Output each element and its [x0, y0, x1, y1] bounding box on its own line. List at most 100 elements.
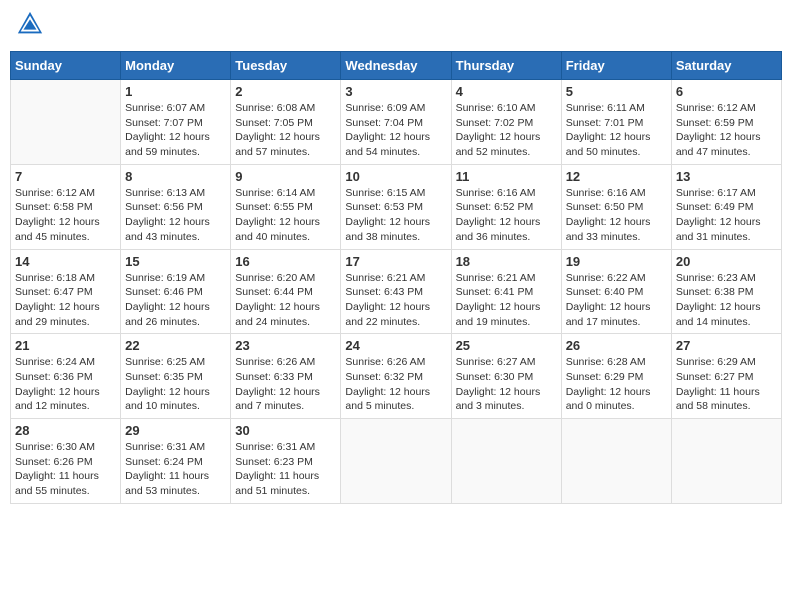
calendar-cell: 18 Sunrise: 6:21 AM Sunset: 6:41 PM Dayli…: [451, 249, 561, 334]
calendar-cell: 14 Sunrise: 6:18 AM Sunset: 6:47 PM Dayli…: [11, 249, 121, 334]
day-info: Sunrise: 6:25 AM Sunset: 6:35 PM Dayligh…: [125, 355, 226, 414]
calendar-cell: 22Sunrise: 6:25 AM Sunset: 6:35 PM Dayli…: [121, 334, 231, 419]
day-number: 6: [676, 84, 777, 99]
calendar-cell: 29 Sunrise: 6:31 AM Sunset: 6:24 PM Dayli…: [121, 419, 231, 504]
day-number: 14: [15, 254, 116, 269]
day-number: 9: [235, 169, 336, 184]
calendar-cell: 7 Sunrise: 6:12 AM Sunset: 6:58 PM Daylig…: [11, 164, 121, 249]
day-number: 15: [125, 254, 226, 269]
day-info: Sunrise: 6:16 AM Sunset: 6:50 PM Dayligh…: [566, 186, 667, 245]
day-info: Sunrise: 6:21 AM Sunset: 6:41 PM Dayligh…: [456, 271, 557, 330]
day-number: 13: [676, 169, 777, 184]
calendar-week-row: 21Sunrise: 6:24 AM Sunset: 6:36 PM Dayli…: [11, 334, 782, 419]
day-number: 18: [456, 254, 557, 269]
calendar-cell: 15 Sunrise: 6:19 AM Sunset: 6:46 PM Dayli…: [121, 249, 231, 334]
calendar-cell: 19Sunrise: 6:22 AM Sunset: 6:40 PM Dayli…: [561, 249, 671, 334]
day-number: 28: [15, 423, 116, 438]
calendar-day-header: Saturday: [671, 52, 781, 80]
calendar-day-header: Monday: [121, 52, 231, 80]
calendar-cell: 28 Sunrise: 6:30 AM Sunset: 6:26 PM Dayli…: [11, 419, 121, 504]
calendar-cell: 9 Sunrise: 6:14 AM Sunset: 6:55 PM Daylig…: [231, 164, 341, 249]
day-number: 25: [456, 338, 557, 353]
calendar-cell: 6 Sunrise: 6:12 AM Sunset: 6:59 PM Daylig…: [671, 80, 781, 165]
day-info: Sunrise: 6:21 AM Sunset: 6:43 PM Dayligh…: [345, 271, 446, 330]
calendar-day-header: Tuesday: [231, 52, 341, 80]
day-number: 4: [456, 84, 557, 99]
calendar-cell: [671, 419, 781, 504]
day-info: Sunrise: 6:14 AM Sunset: 6:55 PM Dayligh…: [235, 186, 336, 245]
calendar-cell: 26 Sunrise: 6:28 AM Sunset: 6:29 PM Dayli…: [561, 334, 671, 419]
calendar-cell: 2 Sunrise: 6:08 AM Sunset: 7:05 PM Daylig…: [231, 80, 341, 165]
day-info: Sunrise: 6:12 AM Sunset: 6:58 PM Dayligh…: [15, 186, 116, 245]
calendar-day-header: Friday: [561, 52, 671, 80]
day-number: 16: [235, 254, 336, 269]
day-number: 19: [566, 254, 667, 269]
calendar-cell: 27 Sunrise: 6:29 AM Sunset: 6:27 PM Dayli…: [671, 334, 781, 419]
day-number: 2: [235, 84, 336, 99]
day-info: Sunrise: 6:26 AM Sunset: 6:33 PM Dayligh…: [235, 355, 336, 414]
day-number: 7: [15, 169, 116, 184]
day-info: Sunrise: 6:18 AM Sunset: 6:47 PM Dayligh…: [15, 271, 116, 330]
day-info: Sunrise: 6:30 AM Sunset: 6:26 PM Dayligh…: [15, 440, 116, 499]
day-number: 29: [125, 423, 226, 438]
calendar-cell: [451, 419, 561, 504]
day-info: Sunrise: 6:31 AM Sunset: 6:24 PM Dayligh…: [125, 440, 226, 499]
calendar-header-row: SundayMondayTuesdayWednesdayThursdayFrid…: [11, 52, 782, 80]
calendar-cell: 17 Sunrise: 6:21 AM Sunset: 6:43 PM Dayli…: [341, 249, 451, 334]
calendar-cell: 8 Sunrise: 6:13 AM Sunset: 6:56 PM Daylig…: [121, 164, 231, 249]
calendar-table: SundayMondayTuesdayWednesdayThursdayFrid…: [10, 51, 782, 504]
calendar-week-row: 7 Sunrise: 6:12 AM Sunset: 6:58 PM Daylig…: [11, 164, 782, 249]
calendar-cell: [341, 419, 451, 504]
calendar-cell: 13 Sunrise: 6:17 AM Sunset: 6:49 PM Dayli…: [671, 164, 781, 249]
day-info: Sunrise: 6:24 AM Sunset: 6:36 PM Dayligh…: [15, 355, 116, 414]
day-info: Sunrise: 6:23 AM Sunset: 6:38 PM Dayligh…: [676, 271, 777, 330]
day-number: 26: [566, 338, 667, 353]
calendar-day-header: Wednesday: [341, 52, 451, 80]
day-info: Sunrise: 6:08 AM Sunset: 7:05 PM Dayligh…: [235, 101, 336, 160]
calendar-week-row: 28 Sunrise: 6:30 AM Sunset: 6:26 PM Dayli…: [11, 419, 782, 504]
day-info: Sunrise: 6:29 AM Sunset: 6:27 PM Dayligh…: [676, 355, 777, 414]
day-number: 24: [345, 338, 446, 353]
calendar-cell: 3Sunrise: 6:09 AM Sunset: 7:04 PM Daylig…: [341, 80, 451, 165]
calendar-cell: 25 Sunrise: 6:27 AM Sunset: 6:30 PM Dayli…: [451, 334, 561, 419]
day-number: 10: [345, 169, 446, 184]
calendar-cell: 4 Sunrise: 6:10 AM Sunset: 7:02 PM Daylig…: [451, 80, 561, 165]
day-number: 27: [676, 338, 777, 353]
page-header: [10, 10, 782, 43]
calendar-cell: 1Sunrise: 6:07 AM Sunset: 7:07 PM Daylig…: [121, 80, 231, 165]
calendar-cell: 21Sunrise: 6:24 AM Sunset: 6:36 PM Dayli…: [11, 334, 121, 419]
calendar-cell: 23Sunrise: 6:26 AM Sunset: 6:33 PM Dayli…: [231, 334, 341, 419]
day-info: Sunrise: 6:13 AM Sunset: 6:56 PM Dayligh…: [125, 186, 226, 245]
day-info: Sunrise: 6:16 AM Sunset: 6:52 PM Dayligh…: [456, 186, 557, 245]
day-info: Sunrise: 6:19 AM Sunset: 6:46 PM Dayligh…: [125, 271, 226, 330]
calendar-cell: 5Sunrise: 6:11 AM Sunset: 7:01 PM Daylig…: [561, 80, 671, 165]
day-number: 20: [676, 254, 777, 269]
day-info: Sunrise: 6:31 AM Sunset: 6:23 PM Dayligh…: [235, 440, 336, 499]
calendar-cell: 24 Sunrise: 6:26 AM Sunset: 6:32 PM Dayli…: [341, 334, 451, 419]
day-info: Sunrise: 6:28 AM Sunset: 6:29 PM Dayligh…: [566, 355, 667, 414]
calendar-day-header: Thursday: [451, 52, 561, 80]
calendar-cell: 10 Sunrise: 6:15 AM Sunset: 6:53 PM Dayli…: [341, 164, 451, 249]
calendar-cell: 30 Sunrise: 6:31 AM Sunset: 6:23 PM Dayli…: [231, 419, 341, 504]
day-number: 30: [235, 423, 336, 438]
calendar-week-row: 1Sunrise: 6:07 AM Sunset: 7:07 PM Daylig…: [11, 80, 782, 165]
day-info: Sunrise: 6:27 AM Sunset: 6:30 PM Dayligh…: [456, 355, 557, 414]
calendar-cell: 16 Sunrise: 6:20 AM Sunset: 6:44 PM Dayli…: [231, 249, 341, 334]
day-info: Sunrise: 6:15 AM Sunset: 6:53 PM Dayligh…: [345, 186, 446, 245]
day-info: Sunrise: 6:12 AM Sunset: 6:59 PM Dayligh…: [676, 101, 777, 160]
logo: [14, 10, 44, 43]
day-number: 5: [566, 84, 667, 99]
day-info: Sunrise: 6:20 AM Sunset: 6:44 PM Dayligh…: [235, 271, 336, 330]
calendar-cell: 11Sunrise: 6:16 AM Sunset: 6:52 PM Dayli…: [451, 164, 561, 249]
day-number: 8: [125, 169, 226, 184]
day-info: Sunrise: 6:10 AM Sunset: 7:02 PM Dayligh…: [456, 101, 557, 160]
day-info: Sunrise: 6:07 AM Sunset: 7:07 PM Dayligh…: [125, 101, 226, 160]
calendar-cell: [11, 80, 121, 165]
logo-icon: [16, 10, 44, 38]
calendar-cell: 12Sunrise: 6:16 AM Sunset: 6:50 PM Dayli…: [561, 164, 671, 249]
calendar-cell: [561, 419, 671, 504]
day-info: Sunrise: 6:17 AM Sunset: 6:49 PM Dayligh…: [676, 186, 777, 245]
day-number: 17: [345, 254, 446, 269]
day-info: Sunrise: 6:09 AM Sunset: 7:04 PM Dayligh…: [345, 101, 446, 160]
day-info: Sunrise: 6:26 AM Sunset: 6:32 PM Dayligh…: [345, 355, 446, 414]
